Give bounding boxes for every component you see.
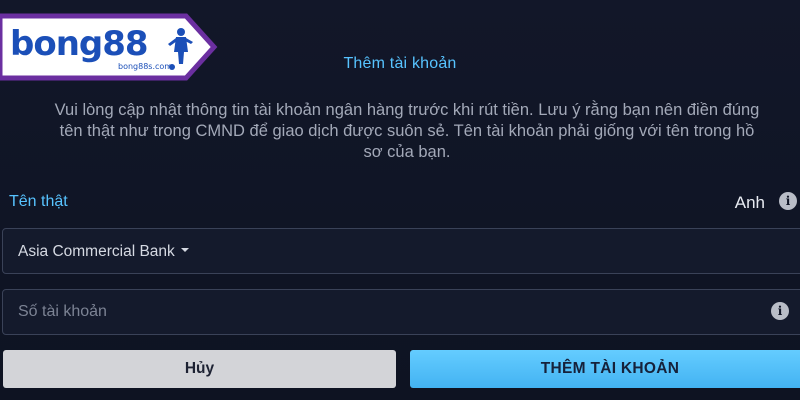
info-icon[interactable]: i	[771, 302, 789, 320]
info-icon[interactable]: i	[779, 192, 797, 210]
account-number-input[interactable]	[2, 289, 800, 335]
dialog-description: Vui lòng cập nhật thông tin tài khoản ng…	[2, 100, 800, 163]
description-line: tên thật như trong CMND để giao dịch đượ…	[59, 122, 755, 140]
add-account-button[interactable]: THÊM TÀI KHOẢN	[410, 350, 800, 388]
caret-down-icon	[180, 247, 189, 252]
description-line: sơ của bạn.	[363, 143, 451, 161]
cancel-button[interactable]: Hủy	[3, 350, 396, 388]
bank-select[interactable]: Asia Commercial Bank	[2, 228, 800, 274]
dialog-title: Thêm tài khoản	[343, 55, 457, 72]
description-line: Vui lòng cập nhật thông tin tài khoản ng…	[54, 101, 760, 119]
real-name-value: Anh	[734, 193, 765, 212]
bank-select-value: Asia Commercial Bank	[18, 243, 189, 261]
real-name-label: Tên thật	[9, 193, 68, 210]
bank-name: Asia Commercial Bank	[18, 243, 175, 260]
add-account-dialog: bong88 bong88s.com Thêm tài khoản Vui lò…	[0, 0, 800, 400]
